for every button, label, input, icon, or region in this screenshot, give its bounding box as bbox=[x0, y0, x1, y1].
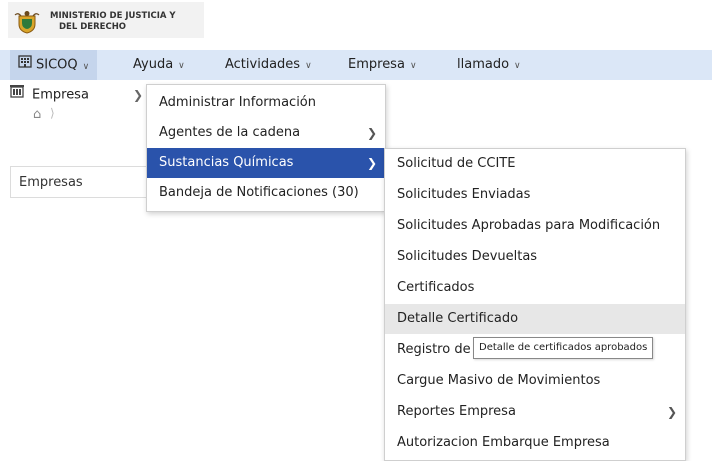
menu-item-solicitudes-aprobadas-modificacion[interactable]: Solicitudes Aprobadas para Modificación bbox=[385, 211, 685, 241]
menu-item-detalle-certificado[interactable]: Detalle Certificado bbox=[385, 304, 685, 334]
ministry-name: MINISTERIO DE JUSTICIA Y DEL DERECHO bbox=[50, 11, 210, 33]
ministry-name-line2: DEL DERECHO bbox=[59, 22, 127, 32]
empresa-dropdown-menu: Administrar Información Agentes de la ca… bbox=[146, 84, 386, 212]
menu-item-label: Reportes Empresa bbox=[397, 404, 516, 419]
building-icon bbox=[18, 50, 32, 80]
nav-item-sicoq[interactable]: SICOQ ∨ bbox=[10, 50, 98, 80]
menu-item-label: Solicitudes Enviadas bbox=[397, 187, 531, 202]
menu-item-cargue-masivo-movimientos[interactable]: Cargue Masivo de Movimientos bbox=[385, 366, 685, 396]
sustancias-quimicas-submenu: Solicitud de CCITE Solicitudes Enviadas … bbox=[384, 148, 686, 461]
menu-item-label: Solicitudes Devueltas bbox=[397, 249, 538, 264]
coat-of-arms-icon bbox=[14, 10, 40, 34]
ministry-logo[interactable]: MINISTERIO DE JUSTICIA Y DEL DERECHO bbox=[8, 2, 204, 38]
nav-item-label: Actividades bbox=[225, 57, 301, 72]
menu-item-certificados[interactable]: Certificados bbox=[385, 273, 685, 303]
nav-item-label: SICOQ bbox=[36, 57, 78, 73]
nav-item-label: Ayuda bbox=[133, 57, 174, 72]
menu-item-label: Cargue Masivo de Movimientos bbox=[397, 373, 601, 388]
menu-item-label: Solicitudes Aprobadas para Modificación bbox=[397, 218, 661, 233]
nav-item-label: Empresa bbox=[348, 57, 405, 72]
nav-item-label: llamado bbox=[457, 57, 510, 72]
nav-item-ayuda[interactable]: Ayuda ∨ bbox=[133, 50, 185, 80]
menu-item-label: Autorizacion Embarque Empresa bbox=[397, 435, 610, 450]
menu-item-label: Sustancias Químicas bbox=[159, 155, 294, 170]
chevron-right-icon: ❯ bbox=[366, 126, 377, 140]
menu-item-sustancias-quimicas[interactable]: Sustancias Químicas ❯ bbox=[147, 148, 385, 178]
menu-item-agentes-cadena[interactable]: Agentes de la cadena ❯ bbox=[147, 118, 385, 148]
tooltip: Detalle de certificados aprobados bbox=[473, 337, 654, 359]
menu-item-solicitudes-enviadas[interactable]: Solicitudes Enviadas bbox=[385, 180, 685, 210]
menu-item-administrar-informacion[interactable]: Administrar Información bbox=[147, 88, 385, 118]
menu-item-label: Administrar Información bbox=[159, 95, 317, 110]
menu-item-autorizacion-embarque-empresa[interactable]: Autorizacion Embarque Empresa bbox=[385, 428, 685, 458]
chevron-down-icon: ∨ bbox=[409, 61, 417, 71]
nav-item-llamado[interactable]: llamado ∨ bbox=[457, 50, 521, 80]
chevron-down-icon: ∨ bbox=[514, 61, 521, 71]
chevron-down-icon: ∨ bbox=[305, 61, 312, 71]
home-icon[interactable]: ⌂ bbox=[33, 107, 41, 122]
top-nav-bar: SICOQ ∨ Ayuda ∨ Actividades ∨ Empresa ∨ llam… bbox=[0, 50, 712, 80]
menu-item-label: Solicitud de CCITE bbox=[397, 156, 516, 171]
menu-item-bandeja-notificaciones[interactable]: Bandeja de Notificaciones (30) bbox=[147, 178, 385, 208]
building-icon bbox=[10, 82, 24, 108]
menu-item-solicitudes-devueltas[interactable]: Solicitudes Devueltas bbox=[385, 242, 685, 272]
empresas-select[interactable]: Empresas bbox=[10, 166, 158, 198]
menu-item-label: Agentes de la cadena bbox=[159, 125, 301, 140]
chevron-down-icon: ∨ bbox=[82, 61, 90, 72]
nav-item-actividades[interactable]: Actividades ∨ bbox=[225, 50, 312, 80]
chevron-down-icon: ∨ bbox=[178, 61, 185, 71]
chevron-right-icon: ❯ bbox=[133, 88, 144, 102]
subnav-empresa[interactable]: Empresa ❯ bbox=[0, 82, 146, 108]
nav-item-empresa[interactable]: Empresa ∨ bbox=[348, 50, 417, 80]
subnav-empresa-label: Empresa bbox=[32, 87, 89, 103]
subnav-empresa-item[interactable]: Empresa bbox=[10, 82, 89, 108]
chevron-right-icon: ❯ bbox=[666, 405, 677, 419]
menu-item-label: Detalle Certificado bbox=[397, 311, 519, 326]
breadcrumb-separator-icon: ⟩ bbox=[50, 106, 55, 120]
menu-item-reportes-empresa[interactable]: Reportes Empresa ❯ bbox=[385, 397, 685, 427]
menu-item-label: Certificados bbox=[397, 280, 475, 295]
menu-item-solicitud-ccite[interactable]: Solicitud de CCITE bbox=[385, 149, 685, 179]
chevron-right-icon: ❯ bbox=[366, 156, 377, 170]
menu-item-label: Bandeja de Notificaciones (30) bbox=[159, 185, 359, 200]
ministry-name-line1: MINISTERIO DE JUSTICIA Y bbox=[50, 11, 176, 21]
